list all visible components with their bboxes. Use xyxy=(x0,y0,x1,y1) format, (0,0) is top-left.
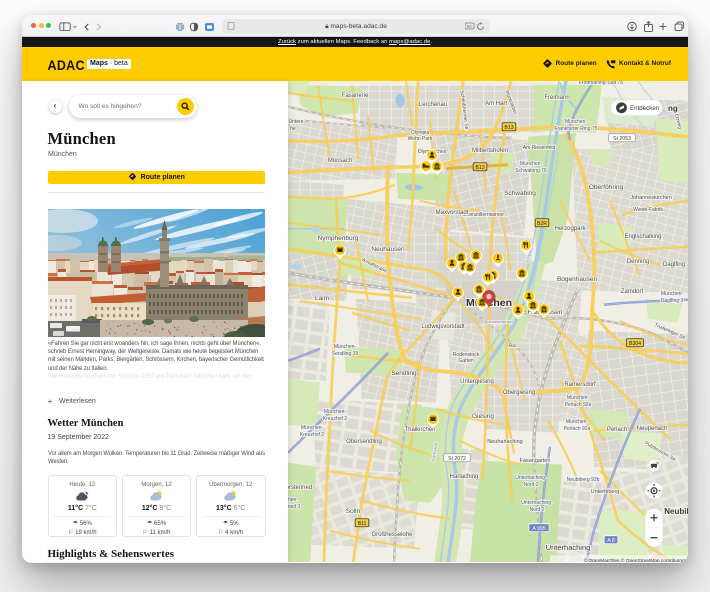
svg-text:München-: München- xyxy=(520,160,543,166)
svg-text:Unterhaching-: Unterhaching- xyxy=(515,474,547,480)
svg-text:Garten: Garten xyxy=(458,357,474,363)
svg-text:Au: Au xyxy=(508,342,515,348)
svg-text:Wohn Park: Wohn Park xyxy=(408,135,433,141)
svg-text:he: he xyxy=(290,125,296,131)
svg-text:Herzogpark: Herzogpark xyxy=(554,225,586,231)
svg-text:Perlach 92a: Perlach 92a xyxy=(565,401,592,407)
svg-text:Sendling 39: Sendling 39 xyxy=(332,350,359,356)
svg-text:Ramersdorf: Ramersdorf xyxy=(564,381,596,387)
svg-text:München-: München- xyxy=(301,424,324,430)
svg-text:Frottmaning-Süd 75: Frottmaning-Süd 75 xyxy=(579,81,623,86)
svg-text:Neuhausen: Neuhausen xyxy=(371,245,405,252)
svg-text:Ludwigsvorstadt: Ludwigsvorstadt xyxy=(421,323,465,329)
svg-text:Perlach: Perlach xyxy=(607,426,627,432)
svg-text:Museumsinsel: Museumsinsel xyxy=(487,318,513,323)
svg-text:Solln: Solln xyxy=(346,507,361,514)
svg-text:Milbertshofen: Milbertshofen xyxy=(472,147,508,153)
svg-text:St 2053: St 2053 xyxy=(613,135,631,141)
svg-text:Obersendling: Obersendling xyxy=(346,438,382,444)
svg-text:Oberföhring: Oberföhring xyxy=(589,183,624,190)
svg-text:Giesing: Giesing xyxy=(472,412,494,419)
svg-text:Fasanerie: Fasanerie xyxy=(342,92,369,98)
svg-text:München-: München- xyxy=(567,394,590,400)
svg-text:Denning: Denning xyxy=(627,258,649,264)
svg-text:Moosach: Moosach xyxy=(328,157,352,163)
svg-text:Sendling: Sendling xyxy=(391,369,417,376)
svg-text:Kreuzhof 2: Kreuzhof 2 xyxy=(300,431,324,437)
svg-text:Untergiesing: Untergiesing xyxy=(460,378,494,384)
svg-text:B11: B11 xyxy=(358,520,367,526)
svg-text:Großhesselohe: Großhesselohe xyxy=(371,531,413,537)
svg-text:Untere: Untere xyxy=(288,118,303,124)
svg-text:Unterbiberg: Unterbiberg xyxy=(591,488,620,494)
svg-text:B13: B13 xyxy=(504,124,513,130)
svg-text:Obergiesing: Obergiesing xyxy=(503,389,535,395)
svg-text:90: 90 xyxy=(467,24,473,29)
svg-text:München-: München- xyxy=(334,343,357,349)
svg-text:Bogenhausen: Bogenhausen xyxy=(557,275,598,282)
svg-text:Am Hart: Am Hart xyxy=(485,100,507,106)
svg-text:Nord 2: Nord 2 xyxy=(523,481,538,487)
svg-text:Lerchenau: Lerchenau xyxy=(419,101,447,107)
svg-text:Wiede-Fabrik: Wiede-Fabrik xyxy=(633,206,663,212)
svg-text:Harlaching: Harlaching xyxy=(450,473,479,479)
svg-text:Perlach 92a: Perlach 92a xyxy=(564,425,591,431)
svg-text:B2R: B2R xyxy=(537,220,547,226)
svg-text:Unterhaching-: Unterhaching- xyxy=(521,499,553,505)
svg-text:Nord 2: Nord 2 xyxy=(529,506,544,512)
svg-text:Neuharlaching: Neuharlaching xyxy=(487,438,522,444)
svg-text:Neuperlach: Neuperlach xyxy=(637,425,668,431)
svg-text:Forstenried: Forstenried xyxy=(288,484,312,490)
svg-text:Fasangarten: Fasangarten xyxy=(520,457,551,463)
svg-text:Am Riesenfeld: Am Riesenfeld xyxy=(523,144,556,150)
svg-text:B304: B304 xyxy=(629,340,641,346)
svg-text:A 995: A 995 xyxy=(532,525,545,531)
svg-text:München-: München- xyxy=(566,418,589,424)
svg-text:Thalkirchen: Thalkirchen xyxy=(404,426,435,432)
svg-text:Neubiberg 92b: Neubiberg 92b xyxy=(567,476,600,482)
svg-text:München-: München- xyxy=(324,408,347,414)
svg-text:Frankfurter Ring 75: Frankfurter Ring 75 xyxy=(554,125,597,131)
svg-text:Englschalking: Englschalking xyxy=(624,233,661,239)
svg-text:A 8: A 8 xyxy=(607,537,615,543)
svg-text:Daglfing: Daglfing xyxy=(663,261,685,267)
svg-text:Unterhaching: Unterhaching xyxy=(546,542,591,551)
svg-text:Schwabing: Schwabing xyxy=(504,189,536,196)
svg-text:München-: München- xyxy=(565,118,588,124)
svg-text:Zamdorf: Zamdorf xyxy=(621,288,644,294)
svg-text:Neubiberg: Neubiberg xyxy=(664,506,688,515)
svg-text:Schwabing 76: Schwabing 76 xyxy=(515,167,547,173)
svg-text:ng: ng xyxy=(668,103,678,112)
svg-text:München-: München- xyxy=(661,290,684,296)
svg-text:St 2072: St 2072 xyxy=(448,455,466,461)
svg-text:B13: B13 xyxy=(475,164,484,170)
svg-text:Kreuzhof 2: Kreuzhof 2 xyxy=(323,415,347,421)
svg-text:Johanneskirchen: Johanneskirchen xyxy=(630,194,672,200)
svg-text:Freimann: Freimann xyxy=(544,94,569,100)
svg-text:Entdecken: Entdecken xyxy=(630,105,660,112)
svg-text:hen-: hen- xyxy=(288,496,298,502)
svg-text:ried 3: ried 3 xyxy=(288,503,300,509)
svg-text:Maxvorstadt: Maxvorstadt xyxy=(436,209,469,215)
svg-text:Laim: Laim xyxy=(315,294,329,301)
svg-text:Daglfing 3: Daglfing 3 xyxy=(661,297,684,303)
svg-text:Nymphenburg: Nymphenburg xyxy=(318,234,359,241)
